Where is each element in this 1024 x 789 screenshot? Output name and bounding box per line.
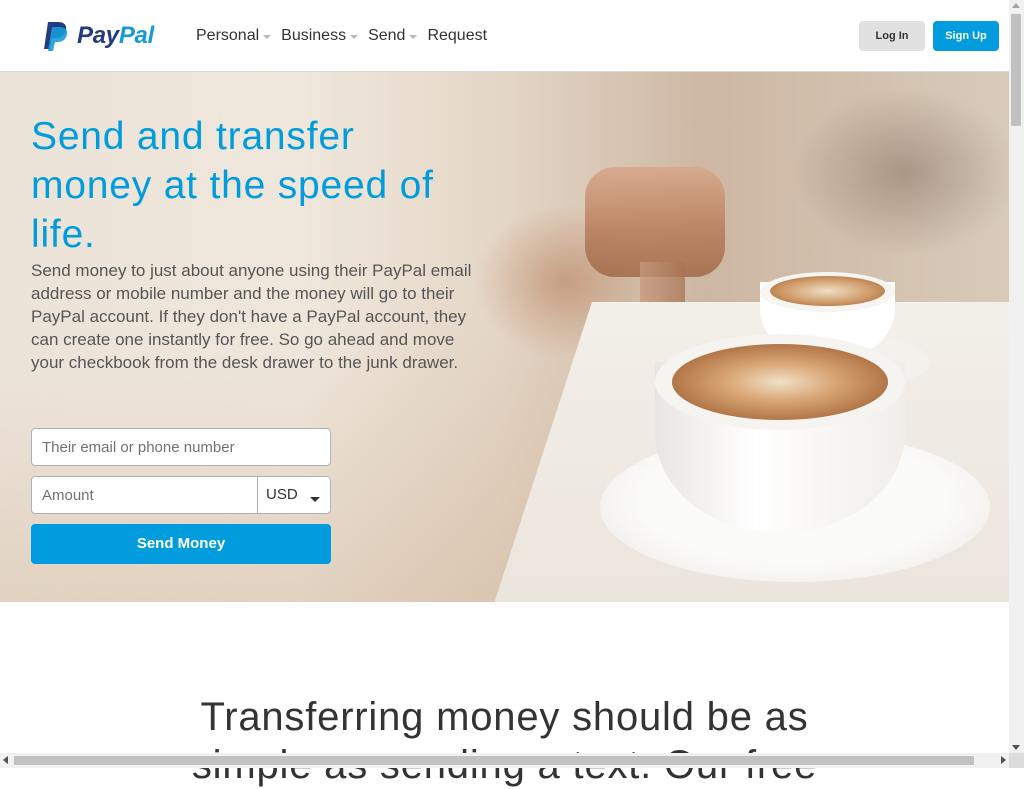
horizontal-scroll-thumb[interactable] [14, 756, 974, 765]
vertical-scrollbar[interactable] [1009, 0, 1024, 753]
scrollbar-corner [1009, 753, 1024, 768]
horizontal-scrollbar[interactable] [0, 753, 1009, 768]
nav-label: Request [427, 27, 488, 44]
wordmark-pay: Pay [77, 22, 119, 49]
scroll-right-arrow-icon[interactable] [1001, 756, 1006, 764]
scroll-up-arrow-icon[interactable] [1012, 3, 1020, 8]
nav-label: Send [368, 27, 406, 44]
chevron-down-icon [409, 35, 418, 39]
paypal-logo[interactable]: PayPal [41, 21, 154, 51]
wordmark-pal: Pal [118, 22, 154, 49]
paypal-logo-icon [44, 22, 68, 51]
amount-input[interactable] [32, 477, 258, 513]
nav-label: Personal [196, 27, 260, 44]
nav-item-request[interactable]: Request [427, 26, 487, 46]
currency-value: USD [266, 486, 298, 503]
nav-label: Business [281, 27, 347, 44]
site-header: PayPal Personal Business Send Request Lo… [0, 0, 1009, 72]
vertical-scroll-thumb[interactable] [1011, 14, 1021, 126]
chevron-down-icon [310, 497, 320, 502]
front-latte-art [672, 344, 888, 420]
paypal-wordmark: PayPal [77, 21, 154, 51]
hero-title: Send and transfer money at the speed of … [31, 115, 434, 256]
nav-item-send[interactable]: Send [368, 26, 418, 46]
main-nav: Personal Business Send Request [196, 26, 497, 46]
nav-item-personal[interactable]: Personal [196, 26, 272, 46]
login-button[interactable]: Log In [859, 21, 925, 51]
hero-description: Send money to just about anyone using th… [31, 261, 472, 372]
chevron-down-icon [350, 35, 359, 39]
coffee-grinder [585, 167, 725, 277]
section-heading: Transferring money should be as simple a… [0, 693, 1009, 789]
back-latte-art [770, 276, 885, 306]
hero-section: Send and transfer money at the speed of … [0, 72, 1009, 602]
scroll-left-arrow-icon[interactable] [3, 756, 8, 764]
amount-group: USD [31, 476, 331, 514]
signup-button[interactable]: Sign Up [933, 21, 999, 51]
send-money-button[interactable]: Send Money [31, 524, 331, 564]
currency-select[interactable]: USD [258, 477, 330, 513]
scroll-down-arrow-icon[interactable] [1012, 745, 1020, 750]
recipient-email-input[interactable] [31, 428, 331, 466]
chevron-down-icon [263, 35, 272, 39]
nav-item-business[interactable]: Business [281, 26, 359, 46]
section-heading-line1: Transferring money should be as [200, 695, 809, 739]
